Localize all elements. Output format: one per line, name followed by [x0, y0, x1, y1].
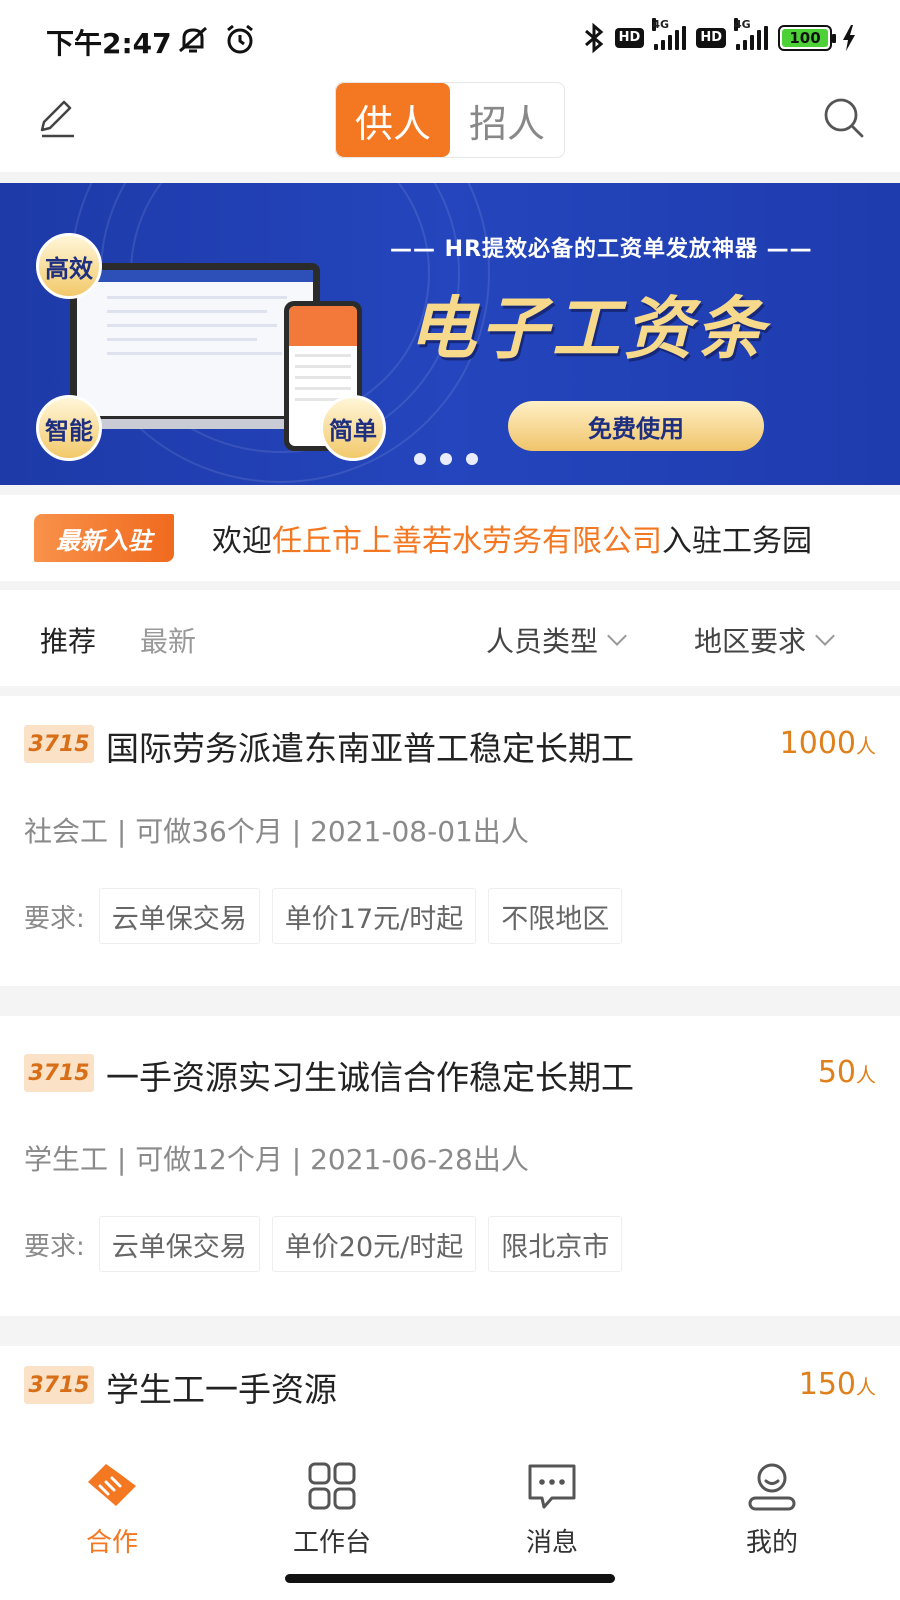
banner-title: 电子工资条 — [408, 290, 769, 369]
notice-company: 任丘市上善若水劳务有限公司 — [272, 524, 662, 559]
headcount: 1000人 — [780, 726, 876, 761]
status-time: 下午2:47 — [46, 27, 172, 60]
badge-efficient: 高效 — [36, 233, 102, 299]
battery-level: 100 — [782, 29, 828, 47]
carousel-dot[interactable] — [414, 453, 426, 465]
dropdown-region[interactable]: 地区要求 — [694, 620, 835, 660]
divider — [0, 581, 900, 590]
nav-profile[interactable]: 我的 — [702, 1456, 842, 1559]
carousel-dot[interactable] — [440, 453, 452, 465]
search-icon[interactable] — [820, 94, 868, 142]
nav-workbench[interactable]: 工作台 — [262, 1456, 402, 1559]
notice-suffix: 入驻工务园 — [662, 524, 812, 559]
nav-cooperation[interactable]: 合作 — [42, 1456, 182, 1559]
nav-label: 工作台 — [292, 1528, 371, 1558]
mute-icon — [179, 26, 207, 53]
headcount-unit: 人 — [856, 734, 876, 758]
requirement-chip: 不限地区 — [488, 888, 623, 944]
supply-demand-switch: 供人 招人 — [335, 82, 565, 158]
headcount-value: 150 — [798, 1367, 856, 1402]
edit-icon[interactable] — [32, 94, 80, 142]
job-title: 国际劳务派遣东南亚普工稳定长期工 — [106, 729, 634, 768]
notice-text: 欢迎任丘市上善若水劳务有限公司入驻工务园 — [212, 516, 812, 560]
banner-cta-button[interactable]: 免费使用 — [508, 401, 764, 451]
tab-latest[interactable]: 最新 — [140, 620, 196, 660]
job-card[interactable]: 3715 一手资源实习生诚信合作稳定长期工 50人 学生工 | 可做12个月 |… — [0, 1016, 900, 1316]
requirement-chip: 限北京市 — [488, 1216, 623, 1272]
requirement-chip: 单价17元/时起 — [271, 888, 477, 944]
divider — [0, 172, 900, 183]
tab-supply[interactable]: 供人 — [336, 83, 450, 157]
badge-smart: 智能 — [36, 395, 102, 461]
area-code-tag: 3715 — [24, 725, 94, 763]
status-left-icons — [176, 24, 256, 56]
nav-messages[interactable]: 消息 — [482, 1456, 622, 1559]
requirement-chip: 云单保交易 — [98, 1216, 260, 1272]
promo-banner[interactable]: 高效 智能 简单 —— HR提效必备的工资单发放神器 —— 电子工资条 免费使用 — [0, 183, 900, 485]
status-right-icons: HD 4G HD 4G 100 — [583, 18, 856, 54]
notice-bar[interactable]: 最新入驻 欢迎任丘市上善若水劳务有限公司入驻工务园 — [0, 495, 900, 581]
headcount: 150人 — [799, 1367, 876, 1402]
hd-badge: HD — [696, 28, 726, 48]
home-indicator[interactable] — [285, 1574, 615, 1583]
dropdown-label: 人员类型 — [486, 625, 599, 658]
filter-bar: 推荐 最新 人员类型 地区要求 — [0, 590, 900, 686]
badge-simple: 简单 — [320, 395, 386, 461]
handshake-icon — [88, 1464, 136, 1506]
requirements: 要求: 云单保交易 单价20元/时起 限北京市 — [24, 1216, 623, 1272]
nav-label: 合作 — [85, 1528, 138, 1558]
requirement-chip: 单价20元/时起 — [271, 1216, 477, 1272]
top-header: 供人 招人 — [0, 80, 900, 172]
hd-badge: HD — [614, 28, 645, 48]
divider — [0, 686, 900, 696]
headcount-value: 50 — [817, 1055, 856, 1090]
status-bar: 下午2:47 HD 4G HD 4G 100 — [0, 0, 900, 80]
alarm-icon — [227, 24, 253, 54]
requirements-label: 要求: — [24, 903, 85, 934]
banner-subtitle: —— HR提效必备的工资单发放神器 —— — [390, 237, 813, 262]
job-meta: 社会工 | 可做36个月 | 2021-08-01出人 — [24, 815, 529, 848]
job-meta: 学生工 | 可做12个月 | 2021-06-28出人 — [24, 1143, 529, 1176]
tab-recommended[interactable]: 推荐 — [40, 620, 96, 660]
grid-icon — [308, 1462, 356, 1510]
job-title: 学生工一手资源 — [106, 1370, 337, 1409]
headcount-value: 1000 — [779, 726, 856, 761]
bluetooth-icon — [584, 22, 603, 54]
nav-label: 消息 — [525, 1528, 578, 1558]
requirement-chip: 云单保交易 — [98, 888, 260, 944]
tab-recruit[interactable]: 招人 — [450, 83, 564, 157]
dropdown-label: 地区要求 — [694, 625, 807, 658]
message-icon — [528, 1464, 576, 1509]
requirements-label: 要求: — [24, 1231, 85, 1262]
divider — [0, 986, 900, 1016]
headcount-unit: 人 — [856, 1063, 876, 1087]
nav-label: 我的 — [745, 1528, 798, 1558]
area-code-tag: 3715 — [24, 1054, 94, 1092]
carousel-dot[interactable] — [466, 453, 478, 465]
laptop-illustration — [70, 263, 320, 423]
requirements: 要求: 云单保交易 单价17元/时起 不限地区 — [24, 888, 623, 944]
carousel-dots — [414, 453, 478, 465]
signal-icon: 4G — [652, 18, 687, 50]
divider — [0, 485, 900, 495]
chevron-down-icon — [815, 626, 835, 646]
network-type: 4G — [734, 18, 751, 31]
battery-icon: 100 — [778, 25, 836, 51]
area-code-tag: 3715 — [24, 1366, 94, 1404]
headcount: 50人 — [818, 1055, 876, 1090]
network-type: 4G — [652, 18, 670, 31]
chevron-down-icon — [607, 626, 627, 646]
new-join-badge: 最新入驻 — [34, 514, 174, 562]
divider — [0, 1316, 900, 1346]
job-card[interactable]: 3715 国际劳务派遣东南亚普工稳定长期工 1000人 社会工 | 可做36个月… — [0, 696, 900, 986]
notice-prefix: 欢迎 — [212, 524, 272, 559]
job-card[interactable]: 3715 学生工一手资源 150人 — [0, 1346, 900, 1440]
job-title: 一手资源实习生诚信合作稳定长期工 — [106, 1058, 634, 1097]
dropdown-personnel-type[interactable]: 人员类型 — [486, 620, 627, 660]
profile-icon — [748, 1463, 796, 1511]
charging-icon — [843, 25, 855, 51]
headcount-unit: 人 — [856, 1375, 876, 1399]
signal-icon: 4G — [734, 18, 768, 50]
